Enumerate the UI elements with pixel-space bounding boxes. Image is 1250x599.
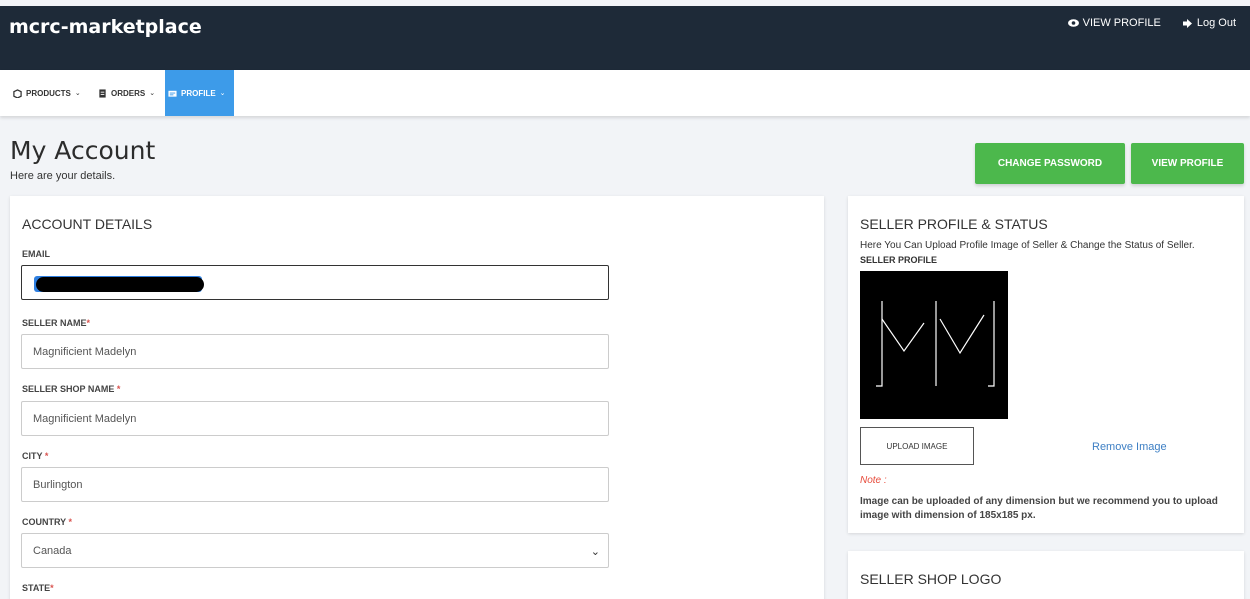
email-field[interactable] bbox=[21, 265, 609, 300]
nav-orders-label: ORDERS bbox=[111, 88, 146, 98]
required-mark: * bbox=[68, 517, 73, 527]
header-view-profile-link[interactable]: VIEW PROFILE bbox=[1067, 17, 1161, 29]
city-label: CITY * bbox=[22, 451, 48, 461]
chevron-down-icon: ⌄ bbox=[149, 90, 156, 97]
page-subtitle: Here are your details. bbox=[10, 170, 116, 182]
seller-profile-description: Here You Can Upload Profile Image of Sel… bbox=[860, 240, 1195, 251]
view-profile-button[interactable]: VIEW PROFILE bbox=[1131, 143, 1244, 184]
shop-name-value: Magnificient Madelyn bbox=[33, 412, 137, 425]
seller-shop-logo-title: SELLER SHOP LOGO bbox=[860, 571, 1002, 587]
state-label: STATE* bbox=[22, 583, 54, 593]
country-label: COUNTRY * bbox=[22, 517, 72, 527]
nav-products-label: PRODUCTS bbox=[26, 88, 71, 98]
state-label-text: STATE bbox=[22, 583, 51, 593]
profile-monogram-image bbox=[876, 301, 995, 387]
country-label-text: COUNTRY bbox=[22, 517, 69, 527]
logout-label: Log Out bbox=[1196, 17, 1236, 29]
top-header: mcrc-marketplace VIEW PROFILE Log Out bbox=[0, 6, 1250, 70]
page-title: My Account bbox=[10, 136, 156, 165]
upload-image-button[interactable]: UPLOAD IMAGE bbox=[860, 427, 974, 465]
main-nav: PRODUCTS ⌄ ORDERS ⌄ PROFILE ⌄ bbox=[0, 70, 1250, 116]
redaction-mark bbox=[36, 277, 204, 292]
logout-icon bbox=[1182, 18, 1192, 28]
note-label: Note : bbox=[860, 475, 887, 486]
chevron-down-icon: ⌄ bbox=[219, 90, 226, 97]
remove-image-link[interactable]: Remove Image bbox=[1092, 441, 1167, 453]
eye-icon bbox=[1067, 19, 1079, 27]
shop-name-field[interactable]: Magnificient Madelyn bbox=[21, 401, 609, 436]
receipt-icon bbox=[99, 88, 106, 98]
email-label: EMAIL bbox=[22, 249, 50, 259]
country-value: Canada bbox=[33, 544, 72, 557]
nav-item-orders[interactable]: ORDERS ⌄ bbox=[95, 70, 158, 116]
chevron-down-icon: ⌄ bbox=[590, 546, 600, 558]
city-value: Burlington bbox=[33, 478, 83, 491]
country-select[interactable]: Canada ⌄ bbox=[21, 533, 609, 568]
shop-name-label: SELLER SHOP NAME * bbox=[22, 384, 120, 394]
chevron-down-icon: ⌄ bbox=[74, 90, 81, 97]
shop-name-label-text: SELLER SHOP NAME bbox=[22, 384, 117, 394]
seller-name-label-text: SELLER NAME bbox=[22, 318, 87, 328]
note-text: Image can be uploaded of any dimension b… bbox=[860, 496, 1218, 521]
seller-name-value: Magnificient Madelyn bbox=[33, 345, 137, 358]
account-details-title: ACCOUNT DETAILS bbox=[22, 216, 153, 232]
city-label-text: CITY bbox=[22, 451, 45, 461]
logout-link[interactable]: Log Out bbox=[1182, 17, 1236, 29]
required-mark: * bbox=[44, 451, 49, 461]
required-mark: * bbox=[86, 318, 91, 328]
required-mark: * bbox=[116, 384, 121, 394]
nav-item-profile[interactable]: PROFILE ⌄ bbox=[165, 70, 234, 116]
box-icon bbox=[13, 88, 22, 98]
header-links: VIEW PROFILE Log Out bbox=[1067, 17, 1236, 29]
required-mark: * bbox=[50, 583, 54, 593]
seller-name-label: SELLER NAME* bbox=[22, 318, 90, 328]
nav-item-products[interactable]: PRODUCTS ⌄ bbox=[10, 70, 84, 116]
profile-image-preview bbox=[860, 271, 1008, 419]
id-card-icon bbox=[168, 90, 177, 97]
seller-profile-sublabel: SELLER PROFILE bbox=[860, 255, 938, 265]
nav-profile-label: PROFILE bbox=[181, 88, 216, 98]
seller-profile-title: SELLER PROFILE & STATUS bbox=[860, 216, 1048, 232]
seller-name-field[interactable]: Magnificient Madelyn bbox=[21, 334, 609, 369]
brand-name[interactable]: mcrc-marketplace bbox=[9, 16, 202, 38]
header-view-profile-label: VIEW PROFILE bbox=[1082, 17, 1161, 29]
city-field[interactable]: Burlington bbox=[21, 467, 609, 502]
change-password-button[interactable]: CHANGE PASSWORD bbox=[975, 143, 1125, 184]
